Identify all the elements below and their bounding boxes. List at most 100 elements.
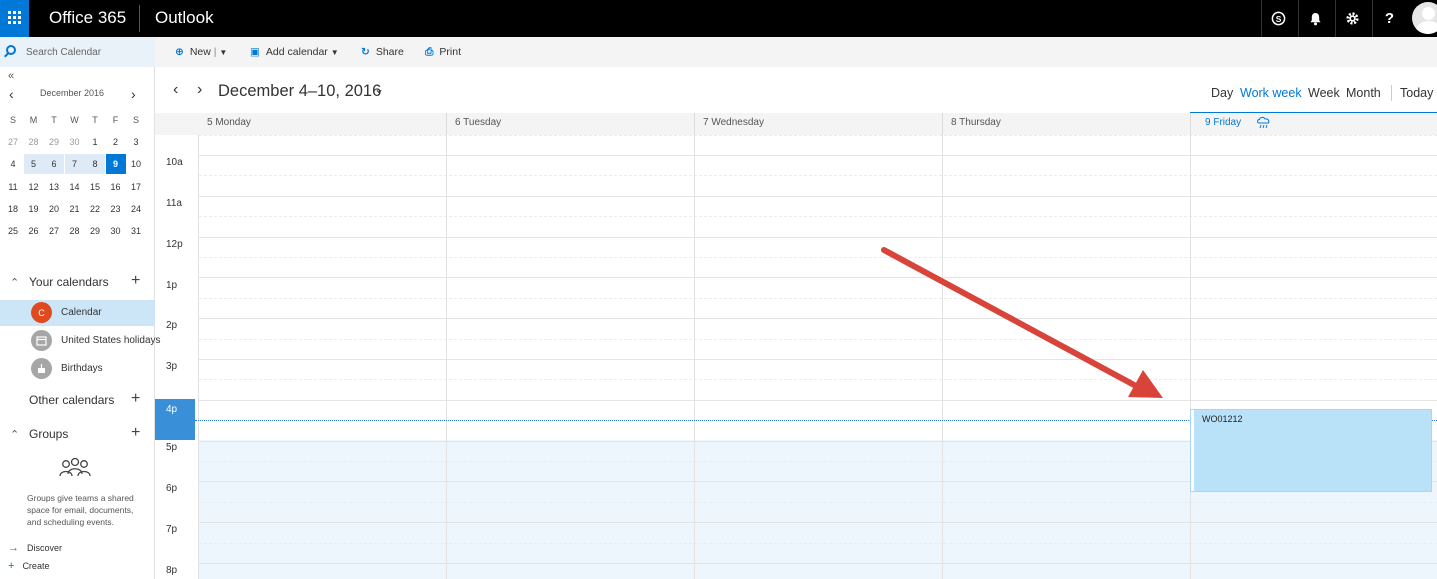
mini-calendar-day[interactable]: 6	[44, 154, 64, 175]
mini-calendar-day[interactable]: 23	[106, 199, 126, 219]
print-button[interactable]: ⎙ Print	[425, 46, 461, 59]
mini-calendar-day[interactable]: 28	[24, 132, 44, 152]
mini-calendar-day[interactable]: 4	[3, 154, 23, 174]
hour-line	[199, 236, 1437, 238]
mini-calendar-day[interactable]: 9	[105, 154, 126, 175]
view-week[interactable]: Week	[1308, 86, 1340, 100]
mini-calendar-day[interactable]: 26	[24, 221, 44, 241]
mini-calendar-day[interactable]: 13	[44, 177, 64, 197]
mini-calendar-day[interactable]: 3	[126, 132, 146, 152]
avatar[interactable]	[1412, 2, 1437, 34]
search-input[interactable]: Search Calendar	[0, 37, 155, 67]
mini-calendar-day[interactable]: 22	[85, 199, 105, 219]
mini-calendar-day[interactable]: 2	[106, 132, 126, 152]
mini-calendar-day[interactable]: 20	[44, 199, 64, 219]
calendar-item-calendar[interactable]: C Calendar	[0, 300, 155, 326]
mini-calendar-day[interactable]: 1	[85, 132, 105, 152]
add-calendar-plus-icon[interactable]: +	[131, 272, 140, 290]
hour-label: 8p	[166, 565, 178, 576]
mini-calendar-day[interactable]: 17	[126, 177, 146, 197]
other-calendars-heading[interactable]: Other calendars	[29, 393, 114, 407]
share-button[interactable]: ↻ Share	[361, 46, 404, 58]
mini-calendar-day[interactable]: 5	[23, 154, 44, 175]
mini-calendar-day[interactable]: 11	[3, 177, 23, 197]
day-column-divider	[1190, 135, 1191, 579]
today-button[interactable]: Today	[1400, 86, 1433, 100]
weather-cloud-icon[interactable]	[1256, 116, 1272, 130]
view-day[interactable]: Day	[1211, 86, 1233, 100]
chevron-up-icon[interactable]: ⌃	[10, 428, 19, 441]
view-work-week[interactable]: Work week	[1240, 86, 1302, 100]
mini-calendar-day[interactable]: 29	[44, 132, 64, 152]
mini-calendar-day[interactable]: 27	[44, 221, 64, 241]
mini-calendar-day[interactable]: 30	[106, 221, 126, 241]
app-name[interactable]: Outlook	[155, 8, 214, 28]
mini-calendar-month[interactable]: December 2016	[40, 88, 104, 98]
hour-label: 5p	[166, 442, 178, 453]
collapse-pane-icon[interactable]: «	[8, 70, 14, 82]
suite-name[interactable]: Office 365	[49, 8, 126, 28]
discover-link[interactable]: → Discover	[8, 542, 62, 554]
calendar-item-us-holidays[interactable]: United States holidays	[0, 328, 161, 354]
new-label: New	[189, 46, 211, 58]
calendar-item-birthdays[interactable]: Birthdays	[0, 356, 155, 382]
hour-label: 10a	[166, 157, 183, 168]
groups-heading[interactable]: Groups	[29, 427, 68, 441]
date-range-title[interactable]: December 4–10, 2016	[218, 82, 381, 101]
half-hour-line	[199, 257, 1437, 258]
mini-calendar-day[interactable]: 30	[65, 132, 85, 152]
mini-calendar-day[interactable]: 18	[3, 199, 23, 219]
mini-calendar-weekday: S	[9, 115, 16, 125]
mini-calendar-prev-icon[interactable]: ‹	[9, 86, 14, 102]
mini-calendar-weekday: W	[70, 115, 79, 125]
mini-calendar-day[interactable]: 8	[85, 154, 105, 175]
create-link[interactable]: + Create	[8, 560, 49, 572]
mini-calendar-day[interactable]: 21	[65, 199, 85, 219]
mini-calendar-day[interactable]: 29	[85, 221, 105, 241]
mini-calendar-day[interactable]: 19	[24, 199, 44, 219]
mini-calendar-day[interactable]: 31	[126, 221, 146, 241]
mini-calendar-day[interactable]: 24	[126, 199, 146, 219]
day-header-divider	[694, 113, 695, 135]
mini-calendar-day[interactable]: 16	[106, 177, 126, 197]
view-month[interactable]: Month	[1346, 86, 1381, 100]
mini-calendar-day[interactable]: 10	[126, 154, 146, 174]
day-header-friday[interactable]: 9 Friday	[1205, 117, 1241, 128]
hour-line	[199, 563, 1437, 564]
chevron-down-icon[interactable]: ▼	[219, 48, 227, 57]
help-icon[interactable]: ?	[1372, 0, 1406, 37]
app-launcher-icon[interactable]	[0, 0, 29, 37]
new-button[interactable]: ⊕ New | ▼	[175, 46, 227, 58]
day-header-monday[interactable]: 5 Monday	[207, 117, 251, 128]
bell-icon[interactable]	[1298, 0, 1332, 37]
time-grid[interactable]: 10a 11a 12p 1p 2p 3p 4p 5p 6p 7p 8p WO01…	[155, 135, 1437, 579]
day-header-thursday[interactable]: 8 Thursday	[951, 117, 1001, 128]
add-calendar-label: Add calendar	[265, 46, 328, 58]
skype-icon[interactable]: S	[1261, 0, 1295, 37]
mini-calendar-day[interactable]: 15	[85, 177, 105, 197]
hour-label: 11a	[166, 198, 182, 209]
chevron-up-icon[interactable]: ⌃	[10, 276, 19, 289]
time-gutter-divider	[198, 135, 199, 579]
chevron-down-icon[interactable]: ⌄	[374, 82, 384, 96]
mini-calendar-next-icon[interactable]: ›	[131, 86, 136, 102]
mini-calendar-day[interactable]: 28	[65, 221, 85, 241]
day-header-wednesday[interactable]: 7 Wednesday	[703, 117, 764, 128]
mini-calendar-day[interactable]: 25	[3, 221, 23, 241]
add-calendar-button[interactable]: ▣ Add calendar ▼	[250, 46, 339, 58]
mini-calendar-day[interactable]: 14	[65, 177, 85, 197]
add-group-plus-icon[interactable]: +	[131, 424, 140, 442]
next-week-icon[interactable]: ›	[197, 81, 202, 99]
search-icon	[6, 45, 16, 55]
previous-week-icon[interactable]: ‹	[173, 81, 178, 99]
mini-calendar-day[interactable]: 27	[3, 132, 23, 152]
your-calendars-heading[interactable]: Your calendars	[29, 275, 109, 289]
calendar-event[interactable]: WO01212	[1190, 409, 1432, 492]
day-header-tuesday[interactable]: 6 Tuesday	[455, 117, 501, 128]
mini-calendar-day[interactable]: 12	[24, 177, 44, 197]
add-other-calendar-plus-icon[interactable]: +	[131, 390, 140, 408]
cake-icon	[31, 358, 52, 379]
gear-icon[interactable]	[1335, 0, 1369, 37]
mini-calendar-day[interactable]: 7	[64, 154, 85, 175]
calendar-item-label: United States holidays	[61, 335, 161, 346]
